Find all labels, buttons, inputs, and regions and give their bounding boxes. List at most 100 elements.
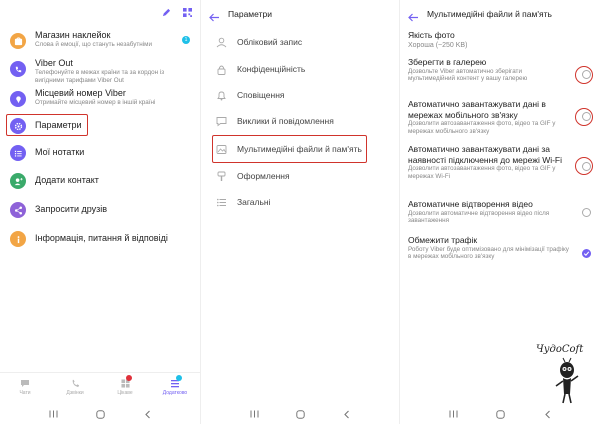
account-icon	[216, 35, 227, 53]
option-title: Зберегти в галерею	[408, 57, 487, 67]
back-arrow-icon[interactable]	[209, 9, 220, 27]
nav-tab-label: Дзвінки	[66, 390, 84, 396]
system-navigation-bar	[0, 404, 200, 424]
list-icon	[216, 195, 227, 213]
mascot-icon	[555, 357, 579, 404]
nav-tab-chats[interactable]: Чати	[0, 373, 50, 402]
page-title: Параметри	[228, 9, 272, 19]
option-title: Обмежити трафік	[408, 235, 478, 245]
option-autoplay-video[interactable]: Автоматичне відтворення відео Дозволити …	[408, 199, 570, 225]
option-limit-traffic[interactable]: Обмежити трафік Роботу Viber буде оптимі…	[408, 235, 570, 261]
bottom-navigation: Чати Дзвінки Цікаве Додатково	[0, 372, 200, 402]
home-icon[interactable]	[96, 409, 106, 419]
menu-item-subtitle: Слова й емоції, що стануть незабутніми	[35, 41, 152, 48]
local-number-icon	[10, 91, 26, 107]
home-icon[interactable]	[496, 409, 506, 419]
option-save-to-gallery[interactable]: Зберегти в галерею Дозвольте Viber автом…	[408, 57, 570, 83]
settings-item-label: Конфіденційність	[237, 64, 306, 74]
nav-tab-label: Додатково	[162, 390, 188, 396]
add-contact-icon	[10, 173, 26, 189]
toggle-highlight-ring	[575, 157, 593, 175]
notification-dot	[176, 375, 182, 381]
lock-icon	[216, 62, 227, 80]
menu-item-subtitle: Телефонуйте в межах країни та за кордон …	[35, 69, 165, 84]
option-subtitle: Дозволити автоматичне відтворення відео …	[408, 209, 550, 225]
settings-item-calls-messages[interactable]: Виклики й повідомлення	[201, 111, 399, 131]
settings-highlight-box	[6, 114, 88, 136]
menu-item-title: Інформація, питання й відповіді	[35, 233, 168, 243]
chat-icon	[21, 380, 29, 387]
settings-item-label: Обліковий запис	[237, 37, 303, 47]
autoplay-video-toggle[interactable]	[582, 208, 591, 217]
notes-icon	[10, 145, 26, 161]
settings-item-appearance[interactable]: Оформлення	[201, 166, 399, 186]
more-screen: Магазин наклейок Слова й емоції, що стан…	[0, 0, 200, 424]
settings-item-general[interactable]: Загальні	[201, 192, 399, 212]
toggle-highlight-ring	[575, 108, 593, 126]
menu-item-title: Додати контакт	[35, 175, 99, 185]
share-icon	[10, 202, 26, 218]
menu-item-title: Viber Out	[35, 58, 73, 68]
menu-item-title: Магазин наклейок	[35, 30, 111, 40]
photo-quality-setting[interactable]: Якість фото Хороша (~250 KB)	[408, 30, 592, 50]
recent-apps-icon[interactable]	[250, 410, 259, 418]
back-nav-icon[interactable]	[343, 410, 350, 419]
settings-item-notifications[interactable]: Сповіщення	[201, 85, 399, 105]
settings-item-label: Виклики й повідомлення	[237, 116, 334, 126]
nav-tab-label: Чати	[19, 390, 31, 396]
setting-value: Хороша (~250 KB)	[408, 41, 468, 49]
menu-item-invite-friends[interactable]: Запросити друзів	[0, 199, 200, 221]
recent-apps-icon[interactable]	[449, 410, 458, 418]
top-actions	[162, 8, 192, 17]
sticker-icon	[10, 33, 26, 49]
settings-item-label: Сповіщення	[237, 90, 285, 100]
notification-dot	[126, 375, 132, 381]
pencil-icon[interactable]	[162, 8, 171, 17]
media-header: Мультимедійні файли й пам'ять	[400, 0, 600, 28]
menu-item-title: Місцевий номер Viber	[35, 88, 126, 98]
back-nav-icon[interactable]	[144, 410, 151, 419]
nav-tab-explore[interactable]: Цікаве	[100, 373, 150, 402]
menu-item-info-faq[interactable]: Інформація, питання й відповіді	[0, 228, 200, 250]
menu-item-my-notes[interactable]: Мої нотатки	[0, 142, 200, 164]
limit-traffic-toggle[interactable]	[582, 249, 591, 258]
info-icon	[10, 231, 26, 247]
option-subtitle: Дозвольте Viber автоматично зберігати му…	[408, 67, 528, 83]
menu-item-subtitle: Отримайте місцевий номер в іншій країні	[35, 99, 156, 106]
option-title: Автоматичне відтворення відео	[408, 199, 533, 209]
settings-item-privacy[interactable]: Конфіденційність	[201, 59, 399, 79]
recent-apps-icon[interactable]	[49, 410, 58, 418]
menu-item-add-contact[interactable]: Додати контакт	[0, 170, 200, 192]
option-subtitle: Дозволити автозавантаження фото, відео т…	[408, 120, 556, 135]
screenshot-collage: Магазин наклейок Слова й емоції, що стан…	[0, 0, 600, 424]
menu-item-sticker-market[interactable]: Магазин наклейок Слова й емоції, що стан…	[0, 30, 200, 52]
message-icon	[216, 114, 227, 132]
option-subtitle: Дозволити автозавантаження фото, відео т…	[408, 165, 556, 180]
option-title: Автоматично завантажувати дані за наявно…	[408, 144, 563, 165]
settings-item-label: Загальні	[237, 197, 271, 207]
menu-item-viber-out[interactable]: Viber Out Телефонуйте в межах країни та …	[0, 58, 200, 86]
settings-screen: Параметри Обліковий запис Конфіденційніс…	[201, 0, 399, 424]
nav-tab-calls[interactable]: Дзвінки	[50, 373, 100, 402]
chudosoft-watermark: ЧудоСоft	[536, 344, 596, 410]
setting-title: Якість фото	[408, 30, 455, 40]
settings-item-account[interactable]: Обліковий запис	[201, 32, 399, 52]
media-highlight-box	[212, 135, 367, 163]
page-title: Мультимедійні файли й пам'ять	[427, 9, 552, 19]
nav-tab-label: Цікаве	[117, 390, 133, 396]
watermark-text: ЧудоСоft	[536, 344, 584, 355]
brush-icon	[216, 169, 227, 187]
back-arrow-icon[interactable]	[408, 9, 419, 27]
menu-item-title: Мої нотатки	[35, 147, 85, 157]
menu-item-local-number[interactable]: Місцевий номер Viber Отримайте місцевий …	[0, 88, 200, 114]
viber-out-icon	[10, 61, 26, 77]
back-nav-icon[interactable]	[544, 410, 551, 419]
settings-item-label: Оформлення	[237, 171, 290, 181]
option-autodownload-wifi[interactable]: Автоматично завантажувати дані за наявно…	[408, 144, 570, 181]
home-icon[interactable]	[296, 409, 306, 419]
option-autodownload-mobile[interactable]: Автоматично завантажувати дані в мережах…	[408, 99, 570, 136]
qr-code-icon[interactable]	[183, 8, 192, 17]
option-title: Автоматично завантажувати дані в мережах…	[408, 99, 546, 120]
system-navigation-bar	[400, 404, 600, 424]
nav-tab-more[interactable]: Додатково	[150, 373, 200, 402]
